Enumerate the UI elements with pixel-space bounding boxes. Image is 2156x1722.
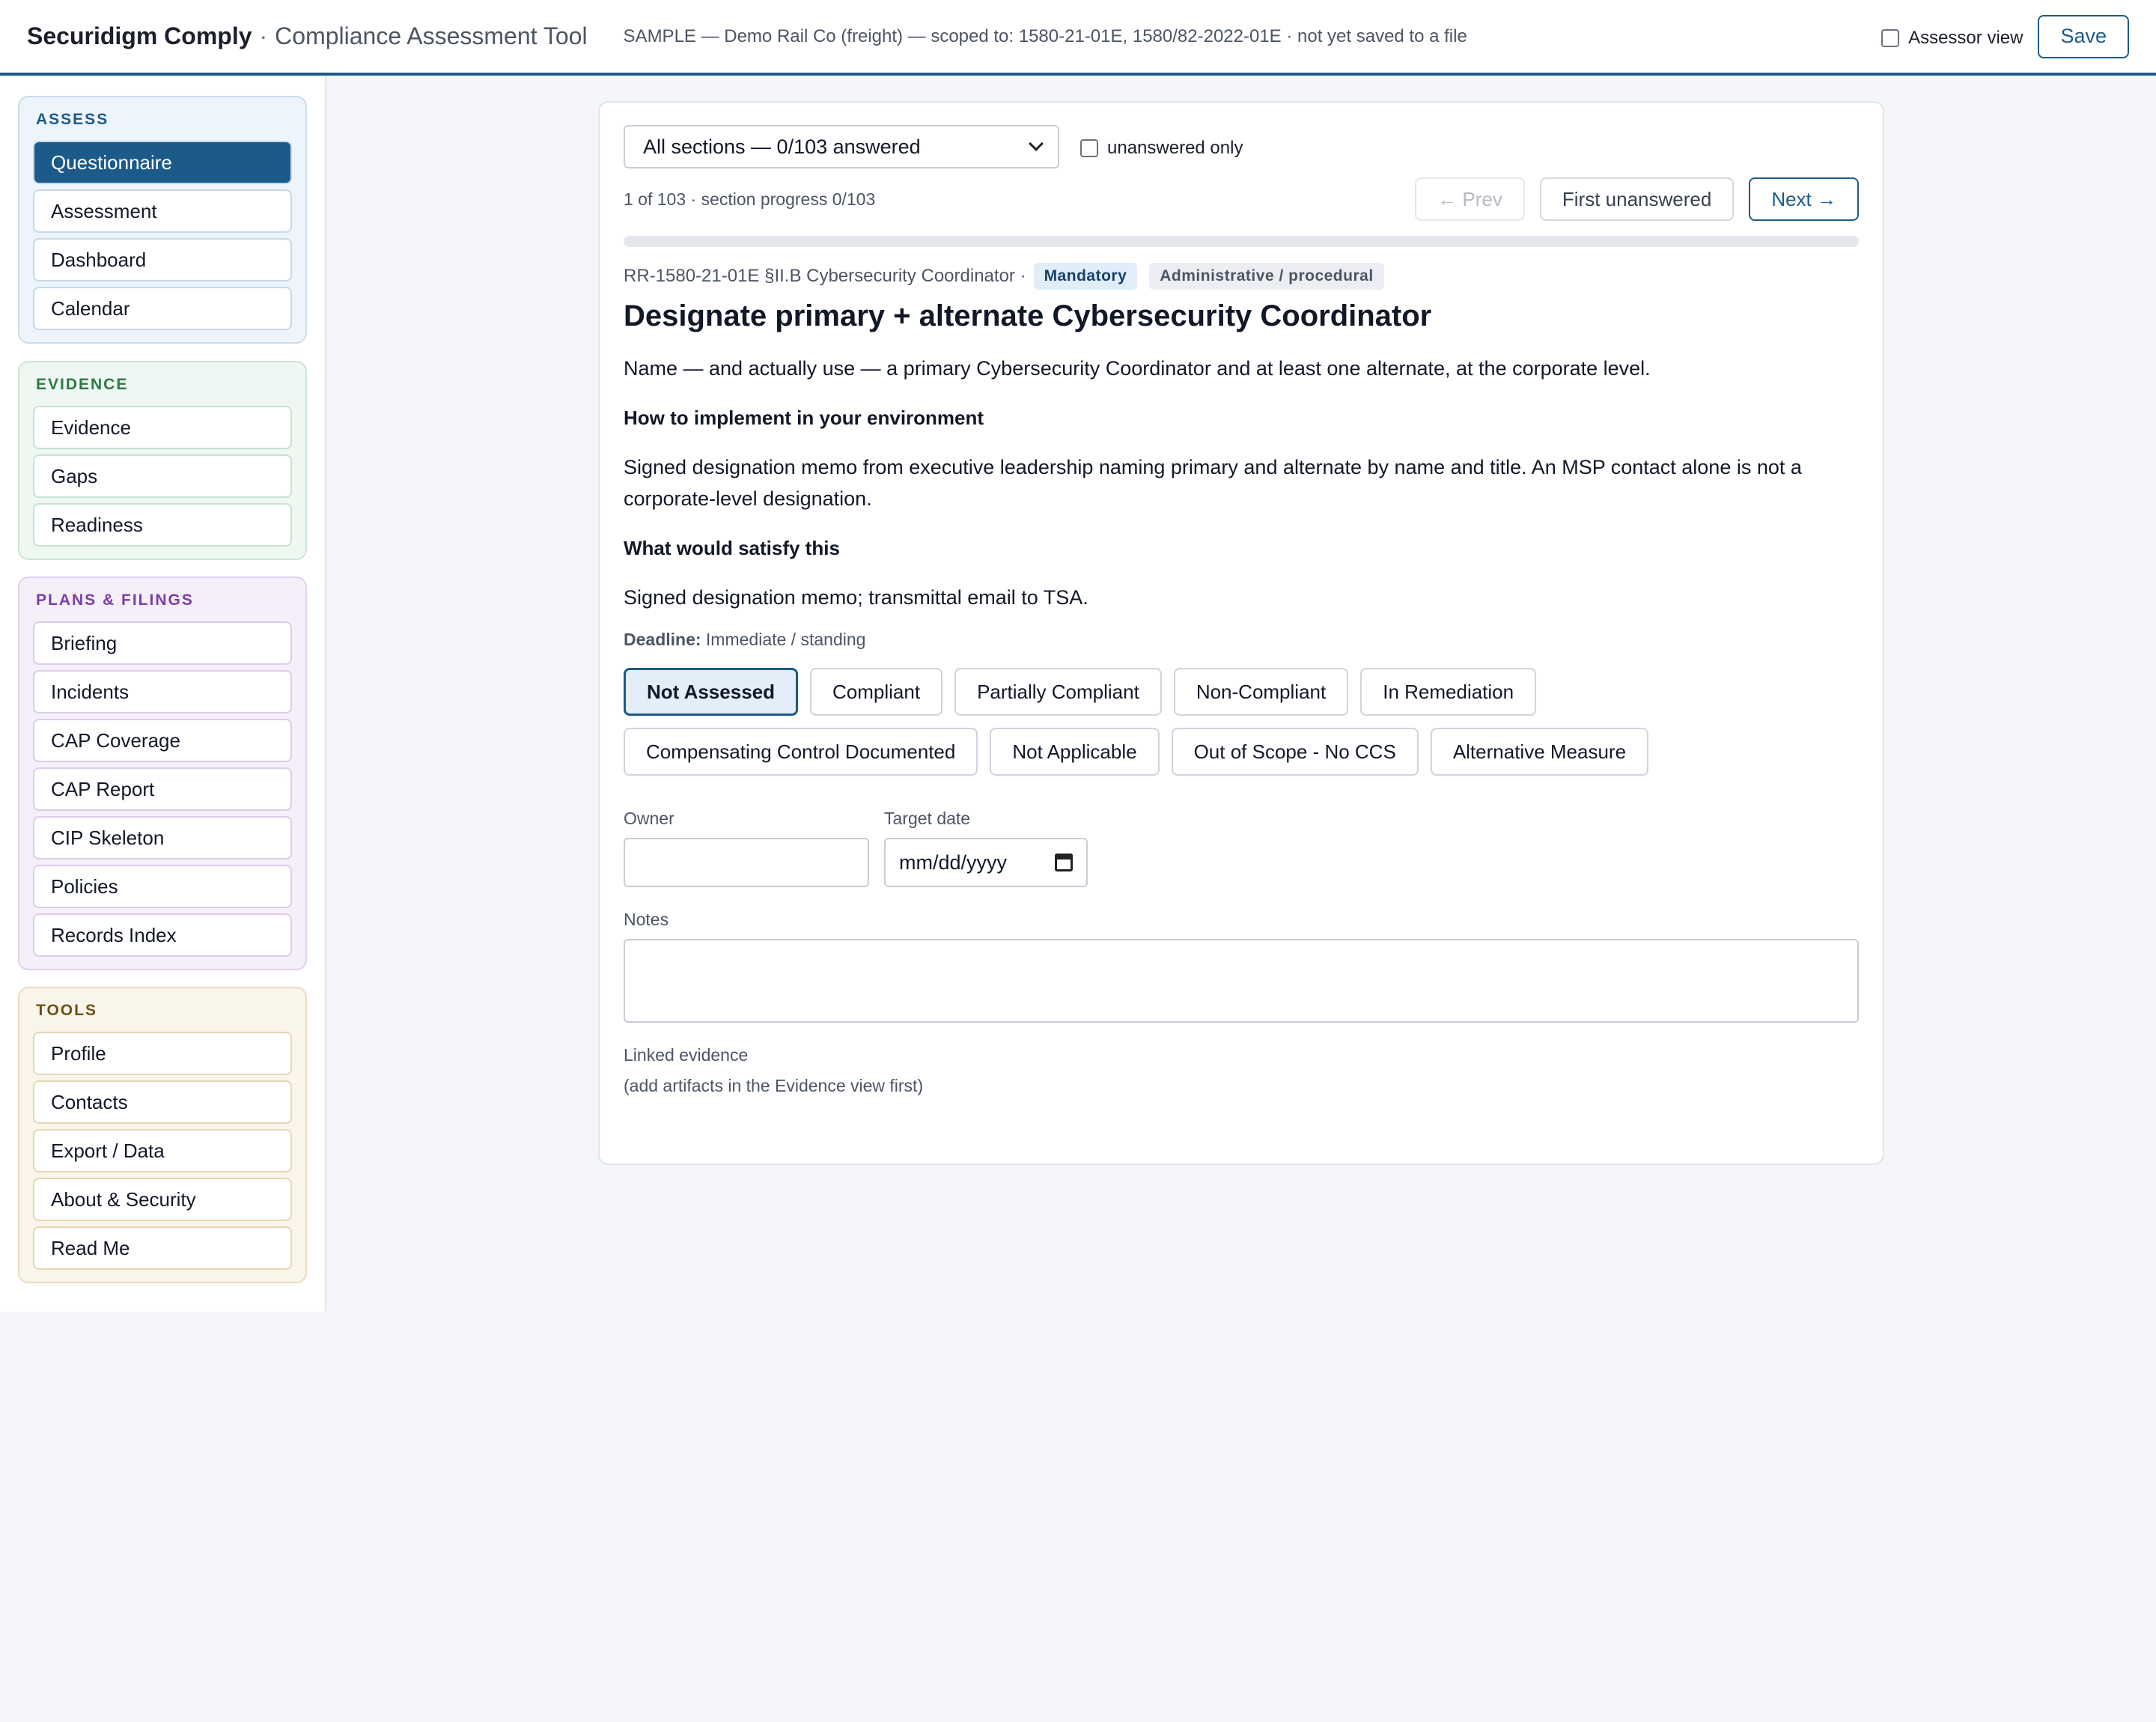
header-actions: Assessor view Save — [1881, 14, 2129, 58]
unanswered-only-label: unanswered only — [1107, 138, 1243, 158]
question-description: Name — and actually use — a primary Cybe… — [624, 357, 1651, 380]
question-progress-text: 1 of 103 · section progress 0/103 — [624, 189, 876, 209]
question-title: Designate primary + alternate Cybersecur… — [624, 299, 1432, 332]
filter-row: All sections — 0/103 answered unanswered… — [624, 125, 1859, 168]
nav-group-evidence: EVIDENCE Evidence Gaps Readiness — [18, 361, 307, 560]
assessor-view-label: Assessor view — [1908, 27, 2023, 48]
sidebar-item-export-data[interactable]: Export / Data — [33, 1129, 292, 1172]
nav-group-title: PLANS & FILINGS — [36, 591, 194, 609]
owner-input[interactable] — [624, 838, 869, 887]
sidebar-item-incidents[interactable]: Incidents — [33, 670, 292, 714]
sidebar-item-profile[interactable]: Profile — [33, 1032, 292, 1075]
status-partially-compliant-button[interactable]: Partially Compliant — [954, 668, 1162, 716]
notes-textarea[interactable] — [624, 939, 1859, 1023]
owner-label: Owner — [624, 809, 674, 828]
target-date-field: Target date mm/dd/yyyy — [884, 809, 1088, 887]
deadline: Deadline: Immediate / standing — [624, 630, 1859, 650]
how-to-implement-heading: How to implement in your environment — [624, 407, 984, 429]
notes-label: Notes — [624, 910, 669, 929]
status-not-applicable-button[interactable]: Not Applicable — [990, 728, 1160, 776]
unanswered-only-toggle[interactable]: unanswered only — [1080, 138, 1243, 159]
first-unanswered-button[interactable]: First unanswered — [1539, 177, 1735, 221]
next-button[interactable]: Next → — [1749, 177, 1859, 221]
brand-name: Securidigm Comply — [27, 22, 252, 49]
brand-separator: · — [259, 22, 268, 49]
nav-group-title: TOOLS — [36, 1002, 97, 1019]
sidebar-item-about-security[interactable]: About & Security — [33, 1178, 292, 1221]
owner-date-fields: Owner Target date mm/dd/yyyy — [624, 809, 1859, 887]
question-nav-buttons: ← Prev First unanswered Next → — [1415, 177, 1859, 221]
unanswered-only-checkbox[interactable] — [1080, 139, 1098, 157]
sidebar-item-policies[interactable]: Policies — [33, 865, 292, 908]
status-out-of-scope-button[interactable]: Out of Scope - No CCS — [1171, 728, 1419, 776]
status-alternative-measure-button[interactable]: Alternative Measure — [1430, 728, 1649, 776]
what-would-satisfy-text: Signed designation memo; transmittal ema… — [624, 586, 1088, 609]
status-non-compliant-button[interactable]: Non-Compliant — [1173, 668, 1349, 716]
assessor-view-checkbox[interactable] — [1881, 28, 1900, 47]
calendar-icon[interactable] — [1055, 854, 1073, 871]
sidebar-item-assessment[interactable]: Assessment — [33, 189, 292, 233]
deadline-label: Deadline: — [624, 630, 701, 649]
question-meta: RR-1580-21-01E §II.B Cybersecurity Coord… — [624, 262, 1859, 290]
what-would-satisfy-heading: What would satisfy this — [624, 537, 840, 559]
mandatory-badge: Mandatory — [1033, 263, 1138, 290]
sidebar-item-dashboard[interactable]: Dashboard — [33, 238, 292, 282]
sidebar-item-cap-coverage[interactable]: CAP Coverage — [33, 719, 292, 762]
status-options: Not Assessed Compliant Partially Complia… — [624, 668, 1717, 776]
chevron-down-icon — [1029, 136, 1044, 151]
target-date-input[interactable]: mm/dd/yyyy — [884, 838, 1088, 887]
section-select[interactable]: All sections — 0/103 answered — [624, 125, 1059, 168]
requirement-reference: RR-1580-21-01E §II.B Cybersecurity Coord… — [624, 266, 1026, 286]
status-compliant-button[interactable]: Compliant — [810, 668, 943, 716]
sidebar-item-readiness[interactable]: Readiness — [33, 503, 292, 547]
prev-button[interactable]: ← Prev — [1415, 177, 1525, 221]
owner-field: Owner — [624, 809, 869, 887]
how-to-implement-text: Signed designation memo from executive l… — [624, 456, 1802, 510]
nav-group-plans-filings: PLANS & FILINGS Briefing Incidents CAP C… — [18, 576, 307, 970]
section-progress-bar — [624, 236, 1859, 247]
target-date-placeholder: mm/dd/yyyy — [899, 851, 1008, 874]
app-subtitle: Compliance Assessment Tool — [275, 22, 588, 49]
deadline-value: Immediate / standing — [705, 630, 866, 649]
status-compensating-control-button[interactable]: Compensating Control Documented — [624, 728, 978, 776]
sidebar-item-contacts[interactable]: Contacts — [33, 1080, 292, 1124]
sidebar-item-records-index[interactable]: Records Index — [33, 913, 292, 957]
linked-evidence-label: Linked evidence — [624, 1045, 749, 1065]
status-in-remediation-button[interactable]: In Remediation — [1360, 668, 1537, 716]
save-button[interactable]: Save — [2038, 14, 2129, 58]
sidebar-item-cip-skeleton[interactable]: CIP Skeleton — [33, 816, 292, 860]
sidebar-item-questionnaire[interactable]: Questionnaire — [33, 141, 292, 184]
top-bar: Securidigm Comply · Compliance Assessmen… — [0, 0, 2156, 76]
category-badge: Administrative / procedural — [1149, 263, 1384, 290]
nav-group-title: ASSESS — [36, 111, 109, 128]
target-date-label: Target date — [884, 809, 971, 828]
section-select-value: All sections — 0/103 answered — [643, 135, 921, 158]
file-status: SAMPLE — Demo Rail Co (freight) — scoped… — [623, 25, 1467, 46]
nav-group-tools: TOOLS Profile Contacts Export / Data Abo… — [18, 987, 307, 1283]
assessor-view-toggle[interactable]: Assessor view — [1881, 28, 2023, 49]
sidebar-item-cap-report[interactable]: CAP Report — [33, 767, 292, 811]
sidebar-item-read-me[interactable]: Read Me — [33, 1226, 292, 1270]
linked-evidence-note: (add artifacts in the Evidence view firs… — [624, 1076, 924, 1095]
sidebar-item-briefing[interactable]: Briefing — [33, 621, 292, 665]
question-card: All sections — 0/103 answered unanswered… — [598, 101, 1884, 1165]
status-not-assessed-button[interactable]: Not Assessed — [624, 668, 798, 716]
sidebar-item-evidence[interactable]: Evidence — [33, 406, 292, 449]
navigation-row: 1 of 103 · section progress 0/103 ← Prev… — [624, 177, 1859, 221]
sidebar: ASSESS Questionnaire Assessment Dashboar… — [0, 76, 326, 1312]
sidebar-item-gaps[interactable]: Gaps — [33, 454, 292, 498]
sidebar-item-calendar[interactable]: Calendar — [33, 287, 292, 330]
nav-group-assess: ASSESS Questionnaire Assessment Dashboar… — [18, 96, 307, 344]
nav-group-title: EVIDENCE — [36, 376, 129, 393]
